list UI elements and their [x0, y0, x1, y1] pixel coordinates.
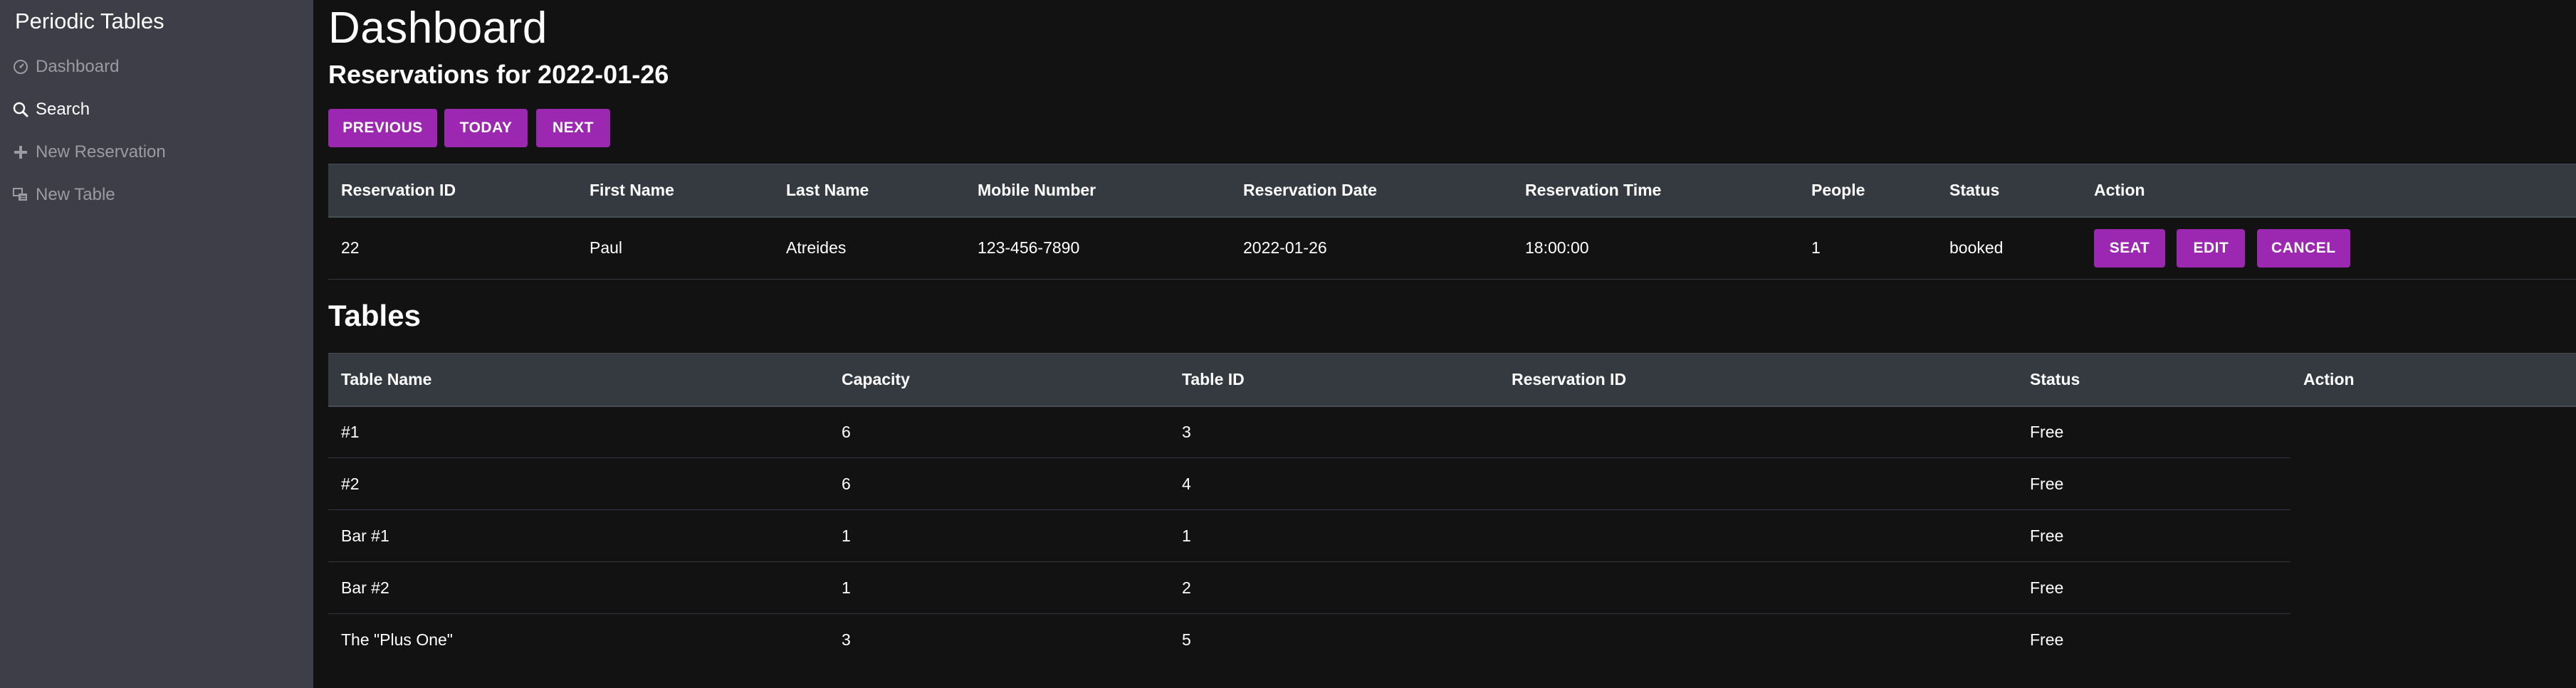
reservation-time-cell: 18:00:00	[1512, 216, 1799, 280]
app-brand[interactable]: Periodic Tables	[15, 9, 164, 34]
table-row: #2 6 4 Free	[328, 457, 2576, 510]
action-cell	[2290, 614, 2576, 666]
table-id-cell: 5	[1182, 630, 1191, 649]
table-row: Bar #1 1 1 Free	[328, 509, 2576, 562]
table-name-cell: The "Plus One"	[341, 630, 453, 649]
reservations-date-heading: Reservations for 2022-01-26	[328, 60, 669, 89]
table-row: #1 6 3 Free	[328, 406, 2576, 458]
column-header: Mobile Number	[965, 164, 1230, 218]
action-cell	[2290, 406, 2576, 458]
previous-button[interactable]: Previous	[328, 109, 437, 147]
reservation-id-cell	[1499, 561, 2017, 614]
column-header: Action	[2290, 353, 2576, 407]
status-cell: Free	[2017, 509, 2290, 562]
table-id-cell: 1	[1169, 509, 1499, 562]
capacity-cell: 3	[842, 630, 851, 649]
seat-button[interactable]: Seat	[2094, 228, 2165, 268]
table-name-cell: Bar #1	[328, 509, 829, 562]
column-header: First Name	[577, 164, 773, 218]
app-root: Periodic Tables Dashboard Search New Res…	[0, 0, 2576, 688]
tables-section-title: Tables	[328, 299, 421, 332]
page-title: Dashboard	[328, 4, 548, 53]
table-name-cell: #2	[328, 457, 829, 510]
plus-icon	[11, 143, 30, 162]
reservation-id-cell	[1499, 614, 2017, 666]
tables-table: Table Name Capacity Table ID Reservation…	[328, 353, 2576, 666]
capacity-cell: 1	[829, 561, 1169, 614]
capacity-cell: 6	[829, 406, 1169, 458]
sidebar-item-new-reservation[interactable]: New Reservation	[11, 138, 166, 166]
edit-button[interactable]: Edit	[2177, 228, 2246, 268]
column-header: Status	[1937, 164, 2081, 218]
column-header: Reservation Date	[1230, 164, 1512, 218]
action-cell	[2290, 510, 2576, 562]
table-header-row: Table Name Capacity Table ID Reservation…	[328, 353, 2576, 407]
sidebar-item-search[interactable]: Search	[11, 95, 90, 124]
reservation-id-cell	[1499, 457, 2017, 510]
column-header: Action	[2081, 164, 2576, 218]
action-cell	[2290, 458, 2576, 510]
column-header: People	[1799, 164, 1937, 218]
column-header: Last Name	[773, 164, 965, 218]
reservation-id-cell: 22	[328, 216, 577, 280]
capacity-cell: 6	[829, 457, 1169, 510]
column-header: Table ID	[1169, 353, 1499, 407]
status-cell: Free	[2017, 561, 2290, 614]
table-name-cell: Bar #2	[328, 561, 829, 614]
table-id-cell: 2	[1169, 561, 1499, 614]
table-id-cell: 4	[1169, 457, 1499, 510]
status-cell: Free	[2030, 630, 2064, 649]
status-cell: booked	[1937, 216, 2081, 280]
sidebar-item-new-table[interactable]: New Table	[11, 181, 115, 209]
reservation-id-cell	[1499, 406, 2017, 458]
column-header: Reservation ID	[328, 164, 577, 218]
table-row: 22 Paul Atreides 123-456-7890 2022-01-26…	[328, 216, 2576, 280]
mobile-number-cell: 123-456-7890	[965, 216, 1230, 280]
dashboard-icon	[11, 58, 30, 76]
column-header: Reservation Time	[1512, 164, 1799, 218]
table-icon	[11, 186, 30, 204]
status-cell: Free	[2017, 457, 2290, 510]
main-content: Dashboard Reservations for 2022-01-26 Pr…	[313, 0, 2576, 688]
reservations-table: Reservation ID First Name Last Name Mobi…	[328, 164, 2576, 280]
column-header: Reservation ID	[1499, 353, 2017, 407]
sidebar-item-label: New Reservation	[36, 142, 166, 162]
action-cell	[2290, 562, 2576, 614]
column-header: Table Name	[328, 353, 829, 407]
sidebar-item-label: New Table	[36, 185, 115, 204]
sidebar-item-label: Dashboard	[36, 57, 120, 76]
action-cell: Seat Edit Cancel	[2081, 216, 2576, 280]
table-row: Bar #2 1 2 Free	[328, 561, 2576, 614]
table-id-cell: 3	[1169, 406, 1499, 458]
column-header: Status	[2017, 353, 2290, 407]
status-cell: Free	[2017, 406, 2290, 458]
cancel-button[interactable]: Cancel	[2256, 228, 2350, 268]
people-cell: 1	[1799, 216, 1937, 280]
column-header: Capacity	[829, 353, 1169, 407]
capacity-cell: 1	[829, 509, 1169, 562]
sidebar-item-dashboard[interactable]: Dashboard	[11, 53, 119, 81]
reservation-id-cell	[1499, 509, 2017, 562]
table-row: The "Plus One" 3 5 Free	[328, 614, 2576, 666]
search-icon	[11, 100, 30, 119]
reservation-date-cell: 2022-01-26	[1230, 216, 1512, 280]
sidebar: Periodic Tables Dashboard Search New Res…	[0, 0, 313, 688]
table-header-row: Reservation ID First Name Last Name Mobi…	[328, 164, 2576, 218]
sidebar-item-label: Search	[36, 100, 90, 119]
last-name-cell: Atreides	[773, 216, 965, 280]
today-button[interactable]: Today	[444, 109, 528, 147]
first-name-cell: Paul	[577, 216, 773, 280]
next-button[interactable]: Next	[536, 109, 610, 147]
table-name-cell: #1	[328, 406, 829, 458]
